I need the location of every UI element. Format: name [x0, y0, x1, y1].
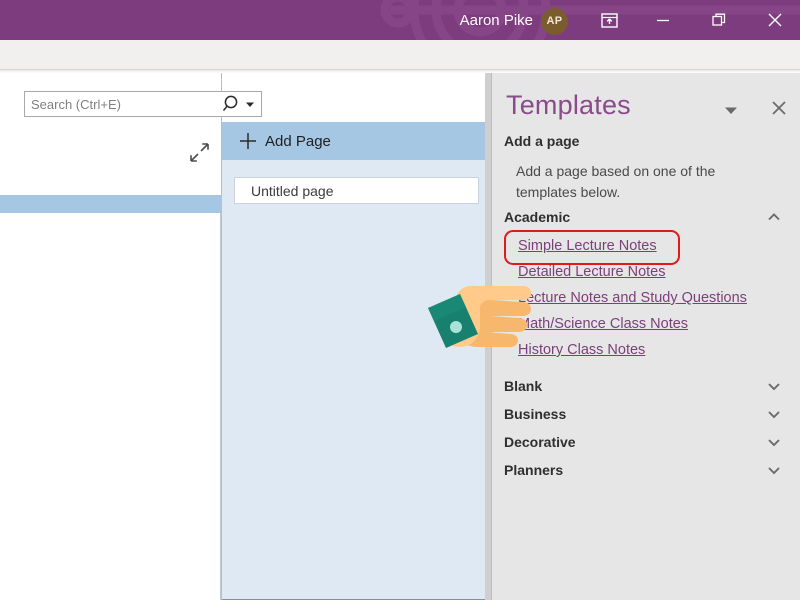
- add-a-page-heading: Add a page: [504, 133, 580, 149]
- account-info[interactable]: Aaron Pike AP: [459, 7, 568, 35]
- template-link-simple-lecture-notes[interactable]: Simple Lecture Notes: [518, 238, 657, 254]
- ribbon-display-options-button[interactable]: [586, 0, 632, 40]
- section-header-planners[interactable]: Planners: [504, 458, 788, 482]
- pointing-hand-cursor: [428, 285, 531, 348]
- templates-dropdown-button[interactable]: [720, 99, 742, 121]
- templates-panel: Templates Add a page Add a page based on…: [492, 73, 800, 600]
- page-title: Templates: [506, 90, 631, 120]
- section-header-academic[interactable]: Academic: [504, 205, 788, 229]
- section-label: Business: [504, 406, 567, 422]
- search-icon[interactable]: [221, 93, 243, 115]
- expand-arrows-icon[interactable]: [188, 141, 210, 163]
- section-label: Decorative: [504, 434, 576, 450]
- template-link-detailed-lecture-notes[interactable]: Detailed Lecture Notes: [518, 264, 666, 280]
- onenote-window: Aaron Pike AP Add Page Untitled page Sea…: [0, 0, 800, 600]
- close-icon: [768, 13, 782, 27]
- note-page-surface[interactable]: [0, 213, 221, 600]
- canvas-selection-strip: [0, 195, 222, 213]
- plus-icon: [237, 130, 259, 152]
- account-name: Aaron Pike: [459, 12, 533, 29]
- chevron-down-icon: [764, 376, 784, 396]
- templates-description: Add a page based on one of the templates…: [516, 163, 716, 200]
- list-item[interactable]: Untitled page: [234, 177, 479, 204]
- templates-close-button[interactable]: [768, 97, 790, 119]
- add-page-button[interactable]: Add Page: [222, 122, 485, 160]
- restore-button[interactable]: [696, 0, 742, 40]
- minimize-icon: [657, 19, 669, 22]
- section-header-business[interactable]: Business: [504, 402, 788, 426]
- ribbon-bar[interactable]: [0, 40, 800, 70]
- minimize-button[interactable]: [640, 0, 686, 40]
- section-header-blank[interactable]: Blank: [504, 374, 788, 398]
- chevron-down-icon: [764, 404, 784, 424]
- section-header-decorative[interactable]: Decorative: [504, 430, 788, 454]
- chevron-up-icon: [764, 207, 784, 227]
- section-label: Academic: [504, 209, 571, 225]
- search-dropdown-icon[interactable]: [243, 93, 257, 115]
- chevron-down-icon: [764, 432, 784, 452]
- section-label: Blank: [504, 378, 543, 394]
- ribbon-display-options-icon: [600, 12, 618, 28]
- section-label: Planners: [504, 462, 564, 478]
- close-button[interactable]: [752, 0, 798, 40]
- add-page-label: Add Page: [265, 132, 331, 150]
- restore-icon: [712, 13, 726, 26]
- chevron-down-icon: [764, 460, 784, 480]
- avatar[interactable]: AP: [541, 7, 568, 35]
- page-item-title: Untitled page: [251, 182, 334, 199]
- template-link-lecture-notes-and-study-questions[interactable]: Lecture Notes and Study Questions: [518, 290, 747, 306]
- search-input[interactable]: [25, 96, 221, 112]
- template-link-math-science-class-notes[interactable]: Math/Science Class Notes: [518, 316, 688, 332]
- search-box[interactable]: [24, 91, 262, 117]
- title-bar: Aaron Pike AP: [0, 0, 800, 40]
